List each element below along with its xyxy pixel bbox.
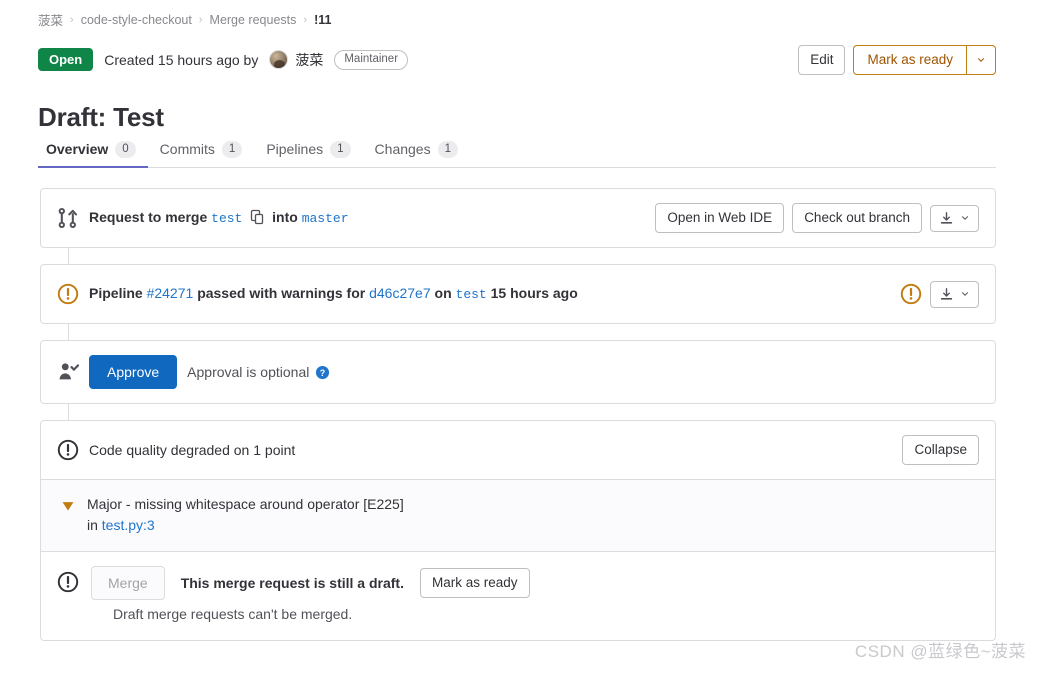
tab-label: Changes bbox=[374, 141, 431, 157]
pipeline-time: 15 hours ago bbox=[490, 285, 578, 301]
pipeline-branch-link[interactable]: test bbox=[456, 287, 487, 302]
breadcrumb-separator-icon: › bbox=[198, 13, 203, 26]
avatar bbox=[269, 50, 289, 69]
download-icon bbox=[940, 211, 953, 224]
approval-note: Approval is optional ? bbox=[187, 364, 330, 380]
svg-text:?: ? bbox=[320, 367, 325, 377]
finding-file-link[interactable]: test.py:3 bbox=[102, 517, 155, 533]
tab-commits[interactable]: Commits 1 bbox=[148, 140, 255, 167]
author[interactable]: 菠菜 bbox=[269, 50, 323, 70]
tab-count-badge: 1 bbox=[221, 140, 243, 158]
into-label: into bbox=[272, 209, 298, 225]
approve-button[interactable]: Approve bbox=[89, 355, 178, 389]
mr-widget-stack: Request to merge test into master Open i… bbox=[40, 188, 996, 641]
pipeline-status-warning-icon[interactable] bbox=[900, 283, 922, 305]
breadcrumb: 菠菜 › code-style-checkout › Merge request… bbox=[38, 10, 331, 29]
draft-sub-message: Draft merge requests can't be merged. bbox=[113, 606, 353, 622]
commit-sha-link[interactable]: d46c27e7 bbox=[369, 285, 431, 301]
chevron-down-icon bbox=[962, 216, 968, 220]
author-name[interactable]: 菠菜 bbox=[295, 50, 323, 70]
tab-label: Overview bbox=[46, 141, 109, 157]
request-to-merge-label: Request to merge bbox=[89, 209, 208, 225]
tab-label: Pipelines bbox=[266, 141, 324, 157]
tab-pipelines[interactable]: Pipelines 1 bbox=[254, 140, 362, 167]
copy-icon[interactable] bbox=[249, 209, 265, 225]
merge-request-icon bbox=[58, 207, 78, 229]
tab-count-badge: 0 bbox=[115, 140, 136, 158]
target-branch-name[interactable]: master bbox=[302, 211, 349, 226]
source-branch-name[interactable]: test bbox=[211, 211, 242, 226]
source-branch-text: Request to merge test into master bbox=[89, 207, 349, 229]
check-out-branch-button[interactable]: Check out branch bbox=[792, 203, 922, 233]
merge-button: Merge bbox=[91, 566, 165, 600]
edit-button[interactable]: Edit bbox=[798, 45, 846, 75]
collapse-button[interactable]: Collapse bbox=[902, 435, 979, 465]
finding-description: Major - missing whitespace around operat… bbox=[87, 496, 404, 512]
header-actions: Edit Mark as ready bbox=[798, 45, 996, 75]
severity-major-icon bbox=[62, 502, 74, 511]
on-label: on bbox=[434, 285, 452, 301]
breadcrumb-item-project[interactable]: code-style-checkout bbox=[81, 13, 192, 27]
tab-count-badge: 1 bbox=[437, 140, 458, 158]
finding-location: in test.py:3 bbox=[87, 515, 404, 535]
chevron-down-icon bbox=[978, 58, 984, 62]
mark-as-ready-button-inline[interactable]: Mark as ready bbox=[419, 568, 530, 598]
tab-overview[interactable]: Overview 0 bbox=[38, 140, 148, 168]
breadcrumb-separator-icon: › bbox=[70, 13, 74, 26]
code-quality-finding-text: Major - missing whitespace around operat… bbox=[87, 494, 404, 535]
pipeline-id-link[interactable]: #24271 bbox=[147, 285, 194, 301]
role-badge: Maintainer bbox=[334, 49, 409, 70]
breadcrumb-item-current: !11 bbox=[314, 12, 332, 27]
merge-section: Merge This merge request is still a draf… bbox=[41, 552, 995, 640]
breadcrumb-separator-icon: › bbox=[303, 13, 308, 26]
breadcrumb-item-merge-requests[interactable]: Merge requests bbox=[210, 13, 297, 27]
draft-message: This merge request is still a draft. bbox=[180, 575, 404, 591]
tab-count-badge: 1 bbox=[330, 140, 351, 158]
mark-as-ready-button[interactable]: Mark as ready bbox=[853, 45, 966, 75]
pipeline-widget: Pipeline #24271 passed with warnings for… bbox=[40, 248, 996, 324]
code-quality-widget: Code quality degraded on 1 point Collaps… bbox=[40, 404, 996, 641]
question-circle-icon[interactable]: ? bbox=[315, 365, 330, 380]
approval-widget: Approve Approval is optional ? bbox=[40, 324, 996, 404]
watermark: CSDN @蓝绿色~菠菜 bbox=[854, 642, 1026, 661]
mark-as-ready-group: Mark as ready bbox=[853, 45, 996, 75]
pipeline-text: Pipeline #24271 passed with warnings for… bbox=[89, 283, 578, 305]
open-in-web-ide-button[interactable]: Open in Web IDE bbox=[655, 203, 785, 233]
download-icon bbox=[940, 287, 953, 300]
chevron-down-icon bbox=[962, 292, 968, 296]
download-dropdown-button[interactable] bbox=[930, 204, 979, 232]
user-check-icon bbox=[59, 363, 79, 380]
code-quality-summary: Code quality degraded on 1 point bbox=[89, 442, 296, 458]
pipeline-download-dropdown-button[interactable] bbox=[930, 280, 979, 308]
merge-request-page: 菠菜 › code-style-checkout › Merge request… bbox=[0, 0, 1042, 674]
page-title: Draft: Test bbox=[38, 102, 164, 133]
mark-as-ready-dropdown-button[interactable] bbox=[966, 45, 996, 75]
pipeline-label: Pipeline bbox=[89, 285, 143, 301]
code-quality-finding: Major - missing whitespace around operat… bbox=[41, 479, 995, 552]
pipeline-status-text: passed with warnings for bbox=[197, 285, 366, 301]
exclamation-circle-icon bbox=[57, 571, 79, 593]
warning-circle-icon bbox=[57, 283, 79, 305]
source-branch-widget: Request to merge test into master Open i… bbox=[40, 188, 996, 248]
status-badge: Open bbox=[38, 48, 94, 71]
finding-in-label: in bbox=[87, 517, 98, 533]
tab-changes[interactable]: Changes 1 bbox=[363, 140, 470, 167]
tab-label: Commits bbox=[159, 141, 215, 157]
approval-note-text: Approval is optional bbox=[187, 364, 310, 380]
mr-status-row: Open Created 15 hours ago by 菠菜 Maintain… bbox=[38, 48, 409, 71]
tab-bar: Overview 0 Commits 1 Pipelines 1 Changes… bbox=[38, 136, 996, 168]
exclamation-circle-icon bbox=[57, 439, 79, 461]
created-text: Created 15 hours ago by bbox=[104, 51, 259, 68]
breadcrumb-item-group[interactable]: 菠菜 bbox=[38, 10, 63, 29]
